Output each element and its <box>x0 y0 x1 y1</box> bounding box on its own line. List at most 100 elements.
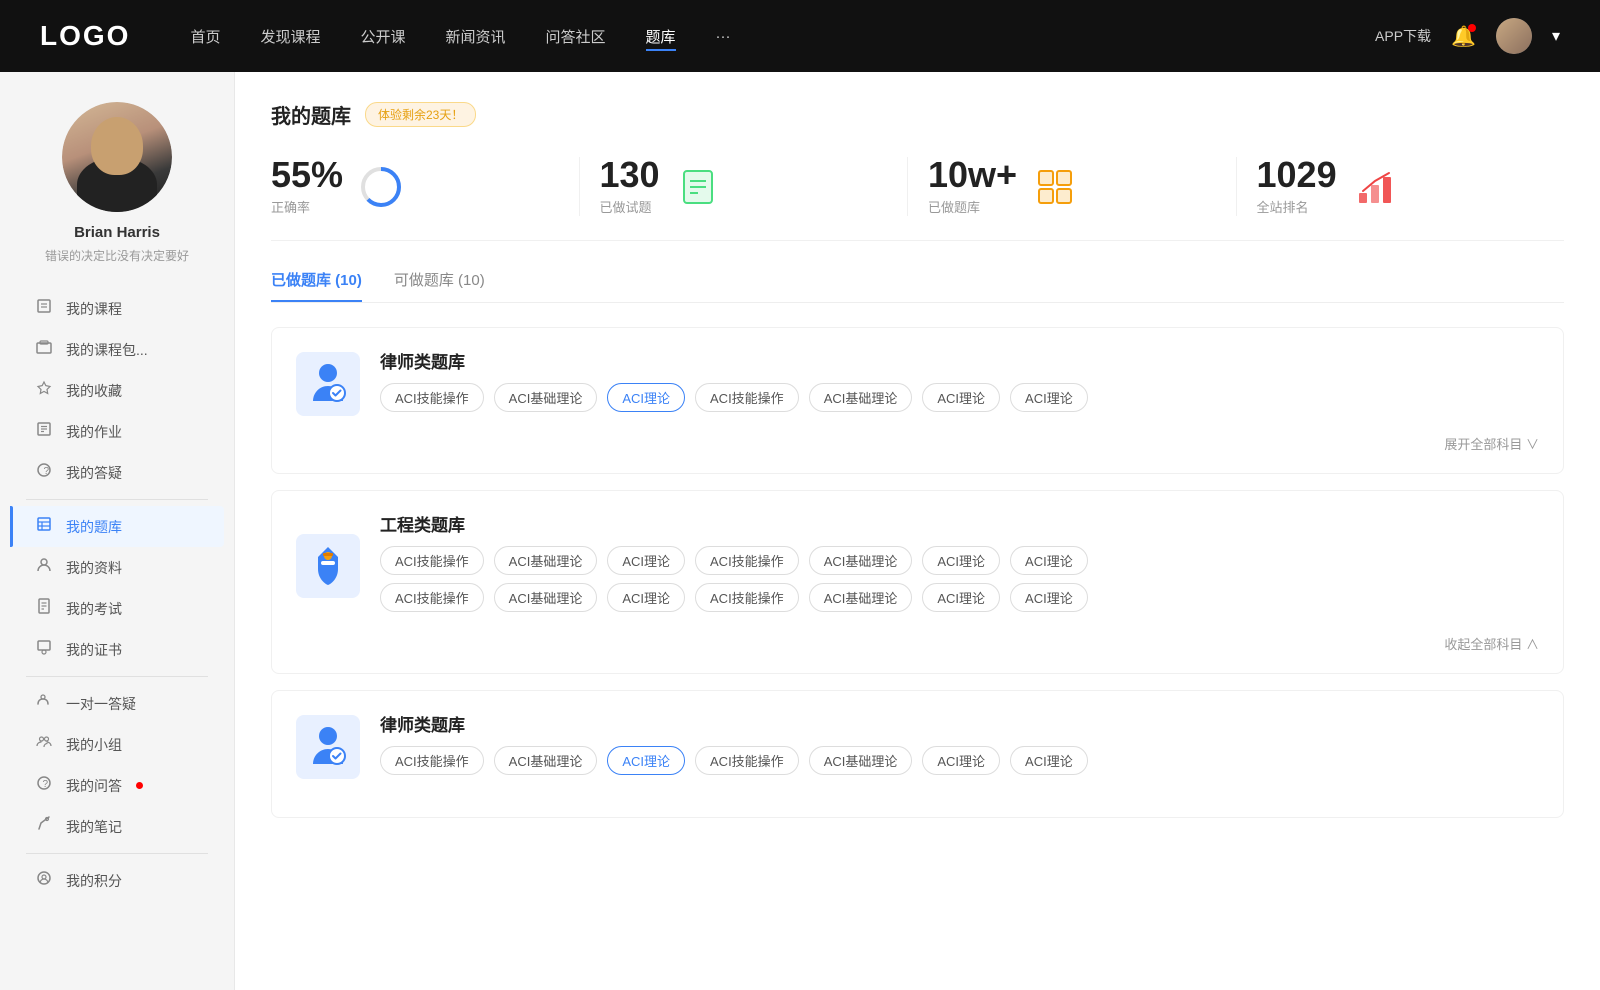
qbank-name-lawyer2: 律师类题库 ACI技能操作 ACI基础理论 ACI理论 ACI技能操作 ACI基… <box>380 711 1088 783</box>
divider-3 <box>26 853 208 854</box>
nav-opencourse[interactable]: 公开课 <box>360 22 405 51</box>
tag-e2-3[interactable]: ACI技能操作 <box>695 583 799 612</box>
tag-l2-1[interactable]: ACI基础理论 <box>494 746 598 775</box>
expand-lawyer1[interactable]: 展开全部科目 ∨ <box>296 434 1539 453</box>
nav-qbank[interactable]: 题库 <box>646 22 676 51</box>
tab-done[interactable]: 已做题库 (10) <box>271 269 362 302</box>
stat-label-correctrate: 正确率 <box>271 197 343 216</box>
sidebar-menu: 我的课程 我的课程包... 我的收藏 我的作业 <box>0 288 234 901</box>
sidebar-item-mynotes[interactable]: 我的笔记 <box>10 806 224 847</box>
question-icon: ? <box>34 775 54 796</box>
stat-value-rank: 1029 <box>1257 157 1337 193</box>
tag-l1-1[interactable]: ACI基础理论 <box>494 383 598 412</box>
sidebar-item-mycourse[interactable]: 我的课程 <box>10 288 224 329</box>
notes-icon <box>34 816 54 837</box>
nav-news[interactable]: 新闻资讯 <box>446 22 506 51</box>
nav-home[interactable]: 首页 <box>190 22 220 51</box>
navbar: LOGO 首页 发现课程 公开课 新闻资讯 问答社区 题库 ··· APP下载 … <box>0 0 1600 72</box>
main-content: 我的题库 体验剩余23天！ 55% 正确率 <box>235 72 1600 990</box>
tag-e-5[interactable]: ACI理论 <box>922 546 1000 575</box>
tag-e-4[interactable]: ACI基础理论 <box>809 546 913 575</box>
donebanks-icon <box>1033 165 1077 209</box>
sidebar-item-mycert[interactable]: 我的证书 <box>10 629 224 670</box>
tag-e2-5[interactable]: ACI理论 <box>922 583 1000 612</box>
tags-lawyer1: ACI技能操作 ACI基础理论 ACI理论 ACI技能操作 ACI基础理论 AC… <box>380 383 1088 412</box>
tag-l1-2[interactable]: ACI理论 <box>607 383 685 412</box>
sidebar-item-myqa[interactable]: ? 我的答疑 <box>10 452 224 493</box>
logo[interactable]: LOGO <box>40 20 130 52</box>
stat-donebanks-text: 10w+ 已做题库 <box>928 157 1017 216</box>
main-layout: Brian Harris 错误的决定比没有决定要好 我的课程 我的课程包... … <box>0 72 1600 990</box>
tag-l2-6[interactable]: ACI理论 <box>1010 746 1088 775</box>
sidebar: Brian Harris 错误的决定比没有决定要好 我的课程 我的课程包... … <box>0 72 235 990</box>
tag-e-0[interactable]: ACI技能操作 <box>380 546 484 575</box>
tab-available[interactable]: 可做题库 (10) <box>394 269 485 302</box>
qbank-name-lawyer1: 律师类题库 ACI技能操作 ACI基础理论 ACI理论 ACI技能操作 ACI基… <box>380 348 1088 420</box>
user-avatar-nav[interactable] <box>1496 18 1532 54</box>
qbank-section-engineer: 工程类题库 ACI技能操作 ACI基础理论 ACI理论 ACI技能操作 ACI基… <box>271 490 1564 674</box>
sidebar-item-mygroup[interactable]: 我的小组 <box>10 724 224 765</box>
coursepack-icon <box>34 339 54 360</box>
tag-l1-4[interactable]: ACI基础理论 <box>809 383 913 412</box>
sidebar-item-homework[interactable]: 我的作业 <box>10 411 224 452</box>
tag-e2-2[interactable]: ACI理论 <box>607 583 685 612</box>
course-icon <box>34 298 54 319</box>
nav-menu: 首页 发现课程 公开课 新闻资讯 问答社区 题库 ··· <box>190 22 1375 51</box>
sidebar-item-myqbank[interactable]: 我的题库 <box>10 506 224 547</box>
tag-l1-6[interactable]: ACI理论 <box>1010 383 1088 412</box>
notification-bell[interactable]: 🔔 <box>1451 24 1476 49</box>
points-icon <box>34 870 54 891</box>
tag-l2-3[interactable]: ACI技能操作 <box>695 746 799 775</box>
tag-l1-5[interactable]: ACI理论 <box>922 383 1000 412</box>
dropdown-arrow[interactable]: ▾ <box>1552 26 1560 46</box>
tag-e2-6[interactable]: ACI理论 <box>1010 583 1088 612</box>
app-download-link[interactable]: APP下载 <box>1375 26 1431 46</box>
tag-e-2[interactable]: ACI理论 <box>607 546 685 575</box>
qbank-header-engineer: 工程类题库 ACI技能操作 ACI基础理论 ACI理论 ACI技能操作 ACI基… <box>296 511 1539 620</box>
divider-2 <box>26 676 208 677</box>
sidebar-item-myquestion[interactable]: ? 我的问答 <box>10 765 224 806</box>
nav-qa[interactable]: 问答社区 <box>546 22 606 51</box>
sidebar-item-coursepack[interactable]: 我的课程包... <box>10 329 224 370</box>
sidebar-item-mypoints[interactable]: 我的积分 <box>10 860 224 901</box>
expand-engineer[interactable]: 收起全部科目 ∧ <box>296 634 1539 653</box>
sidebar-label-mydata: 我的资料 <box>66 558 122 578</box>
sidebar-item-mydata[interactable]: 我的资料 <box>10 547 224 588</box>
tag-e-1[interactable]: ACI基础理论 <box>494 546 598 575</box>
stat-label-donequestions: 已做试题 <box>600 197 660 216</box>
mydata-icon <box>34 557 54 578</box>
tag-e-6[interactable]: ACI理论 <box>1010 546 1088 575</box>
tag-l1-0[interactable]: ACI技能操作 <box>380 383 484 412</box>
tag-e2-4[interactable]: ACI基础理论 <box>809 583 913 612</box>
nav-more[interactable]: ··· <box>716 24 731 49</box>
tag-l2-4[interactable]: ACI基础理论 <box>809 746 913 775</box>
sidebar-label-mygroup: 我的小组 <box>66 735 122 755</box>
tag-l2-5[interactable]: ACI理论 <box>922 746 1000 775</box>
user-avatar <box>62 102 172 212</box>
sidebar-item-favorites[interactable]: 我的收藏 <box>10 370 224 411</box>
tag-l2-0[interactable]: ACI技能操作 <box>380 746 484 775</box>
tag-l2-2[interactable]: ACI理论 <box>607 746 685 775</box>
sidebar-label-myexam: 我的考试 <box>66 599 122 619</box>
tags-engineer-row2: ACI技能操作 ACI基础理论 ACI理论 ACI技能操作 ACI基础理论 AC… <box>380 583 1539 612</box>
homework-icon <box>34 421 54 442</box>
stat-value-donebanks: 10w+ <box>928 157 1017 193</box>
qbank-header-lawyer2: 律师类题库 ACI技能操作 ACI基础理论 ACI理论 ACI技能操作 ACI基… <box>296 711 1539 783</box>
group-icon <box>34 734 54 755</box>
tag-e2-1[interactable]: ACI基础理论 <box>494 583 598 612</box>
sidebar-label-mypoints: 我的积分 <box>66 871 122 891</box>
rank-icon <box>1353 165 1397 209</box>
sidebar-item-onetoone[interactable]: 一对一答疑 <box>10 683 224 724</box>
tag-l1-3[interactable]: ACI技能操作 <box>695 383 799 412</box>
tag-e-3[interactable]: ACI技能操作 <box>695 546 799 575</box>
nav-discover[interactable]: 发现课程 <box>260 22 320 51</box>
tag-e2-0[interactable]: ACI技能操作 <box>380 583 484 612</box>
correctrate-icon <box>359 165 403 209</box>
qbank-icon <box>34 516 54 537</box>
user-motto: 错误的决定比没有决定要好 <box>25 247 209 264</box>
sidebar-label-onetoone: 一对一答疑 <box>66 694 136 714</box>
sidebar-label-mynotes: 我的笔记 <box>66 817 122 837</box>
stat-rank-text: 1029 全站排名 <box>1257 157 1337 216</box>
stat-rank: 1029 全站排名 <box>1237 157 1565 216</box>
sidebar-item-myexam[interactable]: 我的考试 <box>10 588 224 629</box>
